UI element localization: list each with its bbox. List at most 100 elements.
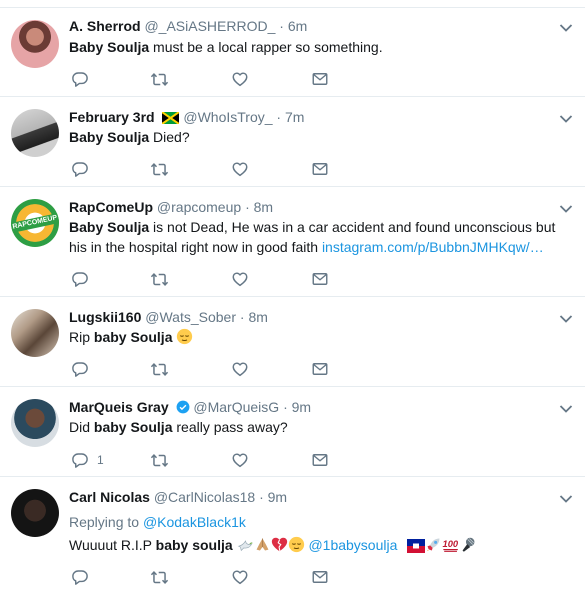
user-handle[interactable]: @MarQueisG [193, 399, 279, 415]
direct-message-button[interactable] [311, 567, 329, 587]
direct-message-button[interactable] [311, 159, 329, 179]
tweet-4[interactable]: Lugskii160 @Wats_Sober · 8m Rip baby Sou… [0, 297, 585, 387]
dove-icon [237, 540, 253, 552]
direct-message-icon [311, 270, 329, 288]
retweet-icon [150, 568, 169, 587]
avatar[interactable]: RAPCOMEUP [11, 199, 59, 247]
haiti-flag-icon [407, 539, 426, 553]
reply-target-link[interactable]: @KodakBlack1k [143, 514, 246, 530]
text-body: Wuuuut R.I.P [69, 537, 156, 553]
reply-button[interactable]: 1 [71, 450, 104, 470]
direct-message-button[interactable] [311, 69, 329, 89]
svg-text:100: 100 [443, 539, 459, 549]
like-icon [231, 451, 249, 469]
display-name[interactable]: MarQueis Gray [69, 399, 169, 415]
retweet-button[interactable] [150, 159, 169, 179]
user-handle[interactable]: @Wats_Sober [145, 309, 236, 325]
like-button[interactable] [231, 359, 249, 379]
jamaica-flag-icon [162, 112, 180, 124]
reply-button[interactable] [71, 567, 89, 587]
reply-icon [71, 70, 89, 88]
retweet-button[interactable] [150, 567, 169, 587]
reply-icon [71, 451, 89, 469]
chevron-down-icon[interactable] [559, 204, 573, 214]
tweet-header: Lugskii160 @Wats_Sober · 8m [69, 308, 268, 326]
tweet-text: Baby Soulja Died? [69, 127, 574, 147]
separator: · [245, 199, 250, 215]
retweet-icon [150, 451, 169, 470]
retweet-button[interactable] [150, 69, 169, 89]
tweet-actions [69, 159, 349, 179]
like-button[interactable] [231, 69, 249, 89]
user-handle[interactable]: @rapcomeup [157, 199, 241, 215]
chevron-down-icon[interactable] [559, 314, 573, 324]
timestamp[interactable]: 8m [248, 309, 267, 325]
direct-message-button[interactable] [311, 450, 329, 470]
mention-link[interactable]: @1babysoulja [308, 537, 397, 553]
retweet-icon [150, 270, 169, 289]
avatar[interactable] [11, 309, 59, 357]
reply-icon [71, 160, 89, 178]
user-handle[interactable]: @WhoIsTroy_ [183, 109, 272, 125]
display-name[interactable]: RapComeUp [69, 199, 153, 215]
like-icon [231, 568, 249, 586]
tweet-2[interactable]: February 3rd @WhoIsTroy_ · 7m Baby Soulj… [0, 97, 585, 187]
instagram-link[interactable]: instagram.com/p/BubbnJMHKqw/… [322, 239, 544, 255]
avatar[interactable] [11, 399, 59, 447]
separator: · [283, 399, 288, 415]
timestamp[interactable]: 9m [292, 399, 311, 415]
display-name[interactable]: Carl Nicolas [69, 489, 150, 505]
tweet-3[interactable]: RAPCOMEUP RapComeUp @rapcomeup · 8m Baby… [0, 187, 585, 297]
chevron-down-icon[interactable] [559, 404, 573, 414]
like-button[interactable] [231, 450, 249, 470]
direct-message-icon [311, 568, 329, 586]
reply-icon [71, 568, 89, 586]
keyword-highlight: baby Soulja [93, 329, 173, 345]
reply-icon [71, 270, 89, 288]
reply-button[interactable] [71, 269, 89, 289]
relieved-face-icon [288, 536, 304, 553]
tweet-text: Rip baby Soulja [69, 327, 574, 347]
tweet-6[interactable]: Carl Nicolas @CarlNicolas18 · 9m Replyin… [0, 477, 585, 591]
tweet-actions [69, 359, 349, 379]
display-name[interactable]: Lugskii160 [69, 309, 141, 325]
retweet-icon [150, 160, 169, 179]
avatar[interactable] [11, 489, 59, 537]
timestamp[interactable]: 7m [285, 109, 304, 125]
user-handle[interactable]: @CarlNicolas18 [154, 489, 255, 505]
timestamp[interactable]: 6m [288, 18, 307, 34]
chevron-down-icon[interactable] [559, 494, 573, 504]
display-name[interactable]: A. Sherrod [69, 18, 141, 34]
direct-message-button[interactable] [311, 359, 329, 379]
like-button[interactable] [231, 159, 249, 179]
display-name[interactable]: February 3rd [69, 109, 155, 125]
reply-button[interactable] [71, 359, 89, 379]
text-body: Did [69, 419, 94, 435]
separator: · [279, 18, 284, 34]
reply-button[interactable] [71, 69, 89, 89]
tweet-5[interactable]: MarQueis Gray @MarQueisG · 9m Did baby S… [0, 387, 585, 477]
direct-message-icon [311, 360, 329, 378]
avatar[interactable] [11, 109, 59, 157]
tweet-header: A. Sherrod @_ASiASHERROD_ · 6m [69, 17, 307, 35]
avatar-logo-text: RAPCOMEUP [11, 213, 59, 233]
chevron-down-icon[interactable] [559, 114, 573, 124]
text-body: must be a local rapper so something. [149, 39, 383, 55]
tweet-header: MarQueis Gray @MarQueisG · 9m [69, 398, 311, 416]
user-handle[interactable]: @_ASiASHERROD_ [144, 18, 275, 34]
avatar[interactable] [11, 20, 59, 68]
like-button[interactable] [231, 269, 249, 289]
retweet-button[interactable] [150, 450, 169, 470]
retweet-button[interactable] [150, 269, 169, 289]
tweet-text: Baby Soulja must be a local rapper so so… [69, 37, 574, 57]
timestamp[interactable]: 9m [268, 489, 287, 505]
timestamp[interactable]: 8m [254, 199, 273, 215]
tweet-1[interactable]: A. Sherrod @_ASiASHERROD_ · 6m Baby Soul… [0, 8, 585, 97]
reply-button[interactable] [71, 159, 89, 179]
chevron-down-icon[interactable] [559, 23, 573, 33]
like-button[interactable] [231, 567, 249, 587]
tweet-text: Wuuuut R.I.P baby soulja @1babysoulja 10… [69, 535, 574, 555]
retweet-button[interactable] [150, 359, 169, 379]
direct-message-button[interactable] [311, 269, 329, 289]
hundred-points-icon: 100 [443, 539, 459, 552]
